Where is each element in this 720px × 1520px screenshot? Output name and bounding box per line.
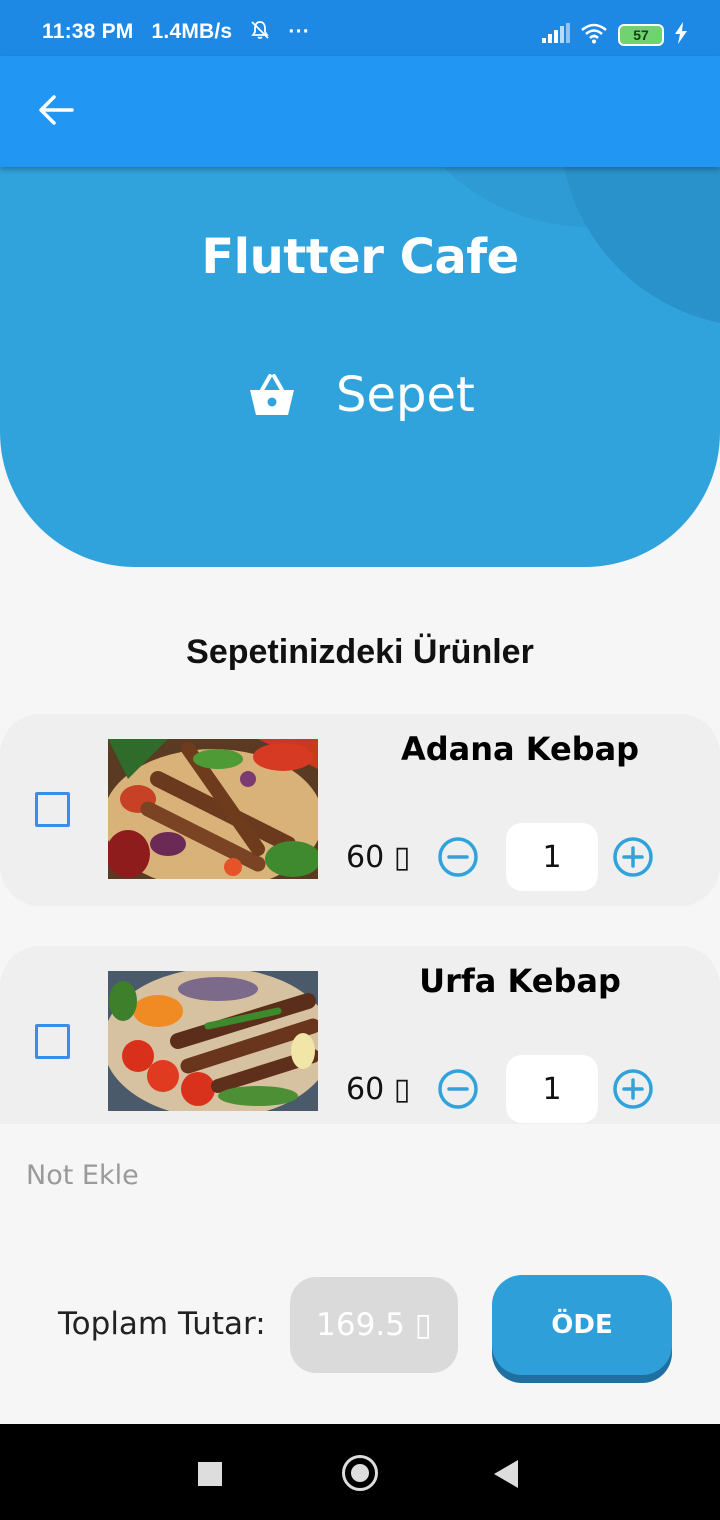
recent-apps-icon[interactable]: [198, 1462, 222, 1486]
section-title: Sepetinizdeki Ürünler: [186, 633, 534, 671]
mute-bell-icon: [250, 20, 276, 43]
item-price: 60 ▯: [346, 1072, 411, 1107]
status-bar: 11:38 PM 1.4MB/s ··· 57: [0, 0, 720, 56]
plus-circle-icon: [613, 837, 653, 877]
status-time: 11:38 PM: [42, 20, 134, 43]
arrow-back-icon: [39, 95, 74, 125]
app-title: Flutter Cafe: [201, 229, 519, 285]
status-speed: 1.4MB/s: [151, 20, 233, 43]
charging-bolt-icon: [674, 22, 688, 48]
note-input[interactable]: Not Ekle: [26, 1160, 139, 1191]
nav-back-icon[interactable]: [494, 1460, 518, 1488]
minus-circle-icon: [438, 1069, 478, 1109]
total-amount: 169.5 ▯: [290, 1277, 458, 1373]
system-nav-bar: [0, 1424, 720, 1520]
back-button[interactable]: [30, 84, 82, 136]
cart-item-card: Urfa Kebap 60 ▯ 1: [0, 946, 720, 1124]
item-price: 60 ▯: [346, 840, 411, 875]
home-icon[interactable]: [342, 1455, 378, 1491]
shopping-basket-icon: [248, 372, 296, 418]
signal-icon: [542, 23, 570, 47]
status-right: 57: [542, 22, 688, 48]
urfa-kebap-image: [108, 971, 318, 1111]
increase-quantity-button[interactable]: [612, 1068, 654, 1110]
item-name: Adana Kebap: [400, 730, 640, 768]
more-dots: ···: [288, 20, 310, 43]
cart-heading: Sepet: [336, 367, 475, 423]
battery-icon: 57: [618, 24, 664, 46]
minus-circle-icon: [438, 837, 478, 877]
status-left: 11:38 PM 1.4MB/s ···: [42, 20, 322, 44]
total-label: Toplam Tutar:: [58, 1306, 266, 1342]
item-checkbox[interactable]: [35, 1024, 70, 1059]
quantity-field[interactable]: 1: [506, 1055, 598, 1123]
adana-kebap-image: [108, 739, 318, 879]
app-bar: [0, 56, 720, 167]
decrease-quantity-button[interactable]: [437, 1068, 479, 1110]
wifi-icon: [580, 22, 608, 48]
quantity-field[interactable]: 1: [506, 823, 598, 891]
cart-item-card: Adana Kebap 60 ▯ 1: [0, 714, 720, 906]
item-name: Urfa Kebap: [419, 962, 621, 1000]
hero-header: Flutter Cafe Sepet: [0, 167, 720, 567]
item-checkbox[interactable]: [35, 792, 70, 827]
decrease-quantity-button[interactable]: [437, 836, 479, 878]
pay-button[interactable]: ÖDE: [492, 1275, 672, 1375]
plus-circle-icon: [613, 1069, 653, 1109]
increase-quantity-button[interactable]: [612, 836, 654, 878]
